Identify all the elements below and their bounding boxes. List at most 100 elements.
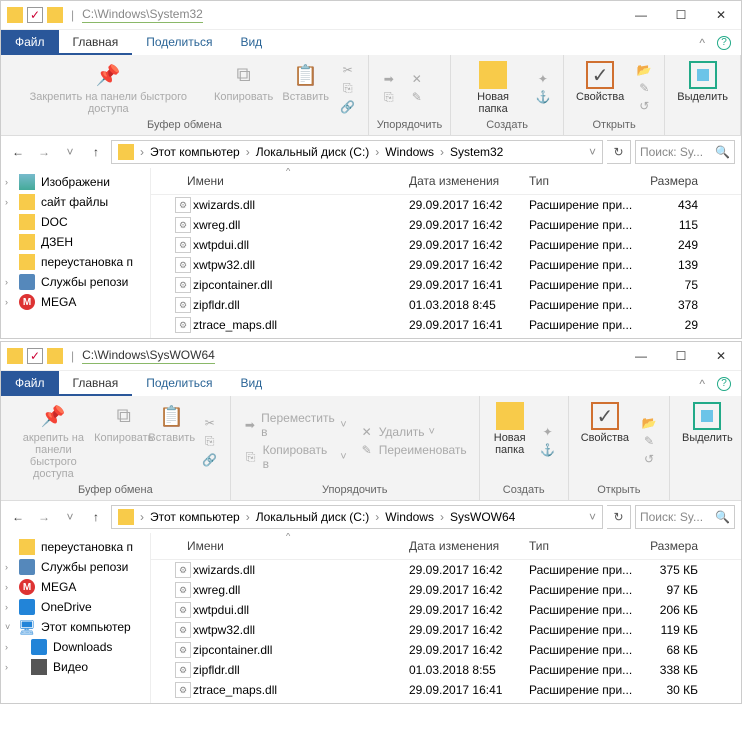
- tree-item[interactable]: ›MMEGA: [1, 292, 150, 312]
- file-row[interactable]: ⚙xwtpdui.dll29.09.2017 16:42Расширение п…: [151, 600, 741, 620]
- breadcrumb-dropdown-icon[interactable]: ˅: [585, 145, 600, 159]
- easy-access-icon[interactable]: ⚓: [536, 442, 560, 458]
- qat-check-icon[interactable]: ✓: [27, 7, 43, 23]
- col-date[interactable]: Дата изменения: [401, 537, 521, 555]
- col-type[interactable]: Тип: [521, 537, 641, 555]
- nav-tree[interactable]: ›Изображени›сайт файлыDOCДЗЕНпереустанов…: [1, 168, 151, 338]
- recent-dropdown[interactable]: ˅: [59, 506, 81, 528]
- new-folder-button[interactable]: Новая папка: [488, 400, 532, 482]
- pin-button[interactable]: 📌акрепить на панели быстрого доступа: [9, 400, 98, 482]
- file-row[interactable]: ⚙zipcontainer.dll29.09.2017 16:42Расшире…: [151, 640, 741, 660]
- tree-item[interactable]: ›MMEGA: [1, 577, 150, 597]
- tree-item[interactable]: переустановка п: [1, 537, 150, 557]
- copy-button[interactable]: ⧉Копировать: [102, 400, 146, 482]
- delete-icon[interactable]: ✕: [405, 71, 429, 87]
- copy-button[interactable]: ⧉Копировать: [212, 59, 276, 117]
- rename-icon[interactable]: ✎: [405, 89, 429, 105]
- easy-access-icon[interactable]: ⚓: [531, 89, 555, 105]
- file-list[interactable]: ^ Имени Дата изменения Тип Размера ⚙xwiz…: [151, 168, 741, 338]
- maximize-button[interactable]: ☐: [661, 342, 701, 370]
- ribbon-collapse-icon[interactable]: ^: [699, 377, 705, 391]
- file-row[interactable]: ⚙xwtpdui.dll29.09.2017 16:42Расширение п…: [151, 235, 741, 255]
- tree-item[interactable]: ˅🖥Этот компьютер: [1, 617, 150, 637]
- tab-file[interactable]: Файл: [1, 30, 59, 55]
- qat-folder-icon[interactable]: [47, 348, 63, 364]
- tree-item[interactable]: ›Службы репози: [1, 272, 150, 292]
- refresh-button[interactable]: ↻: [607, 505, 631, 529]
- cut-icon[interactable]: ✂: [198, 415, 222, 431]
- copy-path-icon[interactable]: ⎘: [198, 433, 222, 450]
- nav-tree[interactable]: переустановка п›Службы репози›MMEGA›OneD…: [1, 533, 151, 703]
- cut-icon[interactable]: ✂: [336, 62, 360, 78]
- forward-button[interactable]: →: [33, 141, 55, 163]
- recent-dropdown[interactable]: ˅: [59, 141, 81, 163]
- breadcrumb[interactable]: › Этот компьютер› Локальный диск (C:)› W…: [111, 505, 603, 529]
- tab-share[interactable]: Поделиться: [132, 371, 226, 396]
- tab-file[interactable]: Файл: [1, 371, 59, 396]
- move-to-icon[interactable]: ➡: [377, 71, 401, 87]
- paste-button[interactable]: 📋Вставить: [150, 400, 194, 482]
- back-button[interactable]: ←: [7, 506, 29, 528]
- tab-home[interactable]: Главная: [59, 30, 133, 55]
- open-icon[interactable]: 📂: [632, 62, 656, 78]
- titlebar[interactable]: ✓ | C:\Windows\SysWOW64 — ☐ ✕: [1, 342, 741, 370]
- file-row[interactable]: ⚙zipfldr.dll01.03.2018 8:45Расширение пр…: [151, 295, 741, 315]
- tree-item[interactable]: DOC: [1, 212, 150, 232]
- col-type[interactable]: Тип: [521, 172, 641, 190]
- file-row[interactable]: ⚙xwtpw32.dll29.09.2017 16:42Расширение п…: [151, 620, 741, 640]
- properties-button[interactable]: ✓Свойства: [572, 59, 628, 117]
- col-size[interactable]: Размера: [641, 172, 706, 190]
- copy-to-button[interactable]: ⎘Копировать в ˅: [239, 442, 351, 472]
- new-folder-button[interactable]: Новая папка: [459, 59, 527, 117]
- edit-icon[interactable]: ✎: [632, 80, 656, 96]
- breadcrumb[interactable]: › Этот компьютер› Локальный диск (C:)› W…: [111, 140, 603, 164]
- tree-item[interactable]: ›OneDrive: [1, 597, 150, 617]
- paste-shortcut-icon[interactable]: 🔗: [336, 99, 360, 115]
- maximize-button[interactable]: ☐: [661, 1, 701, 29]
- qat-check-icon[interactable]: ✓: [27, 348, 43, 364]
- search-input[interactable]: Поиск: Sy...🔍: [635, 140, 735, 164]
- select-button[interactable]: Выделить: [673, 59, 732, 129]
- column-headers[interactable]: ^ Имени Дата изменения Тип Размера: [151, 168, 741, 195]
- file-row[interactable]: ⚙xwizards.dll29.09.2017 16:42Расширение …: [151, 560, 741, 580]
- scroll-right-icon[interactable]: ›: [729, 702, 733, 703]
- paste-button[interactable]: 📋Вставить: [280, 59, 332, 117]
- qat-folder-icon[interactable]: [47, 7, 63, 23]
- file-row[interactable]: ⚙zipfldr.dll01.03.2018 8:55Расширение пр…: [151, 660, 741, 680]
- tree-item[interactable]: ›Службы репози: [1, 557, 150, 577]
- tree-item[interactable]: ›сайт файлы: [1, 192, 150, 212]
- edit-icon[interactable]: ✎: [637, 433, 661, 449]
- col-date[interactable]: Дата изменения: [401, 172, 521, 190]
- col-size[interactable]: Размера: [641, 537, 706, 555]
- file-row[interactable]: ⚙xwtpw32.dll29.09.2017 16:42Расширение п…: [151, 255, 741, 275]
- new-item-icon[interactable]: ✦: [531, 71, 555, 87]
- history-icon[interactable]: ↺: [637, 451, 661, 467]
- back-button[interactable]: ←: [7, 141, 29, 163]
- copy-to-icon[interactable]: ⎘: [377, 89, 401, 106]
- copy-path-icon[interactable]: ⎘: [336, 80, 360, 97]
- ribbon-collapse-icon[interactable]: ^: [699, 36, 705, 50]
- properties-button[interactable]: ✓Свойства: [577, 400, 633, 482]
- titlebar[interactable]: ✓ | C:\Windows\System32 — ☐ ✕: [1, 1, 741, 29]
- paste-shortcut-icon[interactable]: 🔗: [198, 452, 222, 468]
- tab-home[interactable]: Главная: [59, 371, 133, 396]
- tab-view[interactable]: Вид: [226, 30, 276, 55]
- file-row[interactable]: ⚙zipcontainer.dll29.09.2017 16:41Расшире…: [151, 275, 741, 295]
- search-input[interactable]: Поиск: Sy...🔍: [635, 505, 735, 529]
- history-icon[interactable]: ↺: [632, 98, 656, 114]
- file-row[interactable]: ⚙ztrace_maps.dll29.09.2017 16:41Расширен…: [151, 315, 741, 335]
- move-to-button[interactable]: ➡Переместить в ˅: [239, 410, 351, 440]
- breadcrumb-dropdown-icon[interactable]: ˅: [585, 510, 600, 524]
- tree-item[interactable]: ›Изображени: [1, 172, 150, 192]
- tree-item[interactable]: ›Downloads: [1, 637, 150, 657]
- delete-button[interactable]: ✕Удалить ˅: [355, 424, 471, 440]
- refresh-button[interactable]: ↻: [607, 140, 631, 164]
- col-name[interactable]: Имени: [151, 537, 401, 555]
- file-row[interactable]: ⚙xwizards.dll29.09.2017 16:42Расширение …: [151, 195, 741, 215]
- file-row[interactable]: ⚙ztrace_maps.dll29.09.2017 16:41Расширен…: [151, 680, 741, 700]
- col-name[interactable]: Имени: [151, 172, 401, 190]
- column-headers[interactable]: ^ Имени Дата изменения Тип Размера: [151, 533, 741, 560]
- tab-view[interactable]: Вид: [226, 371, 276, 396]
- tab-share[interactable]: Поделиться: [132, 30, 226, 55]
- minimize-button[interactable]: —: [621, 1, 661, 29]
